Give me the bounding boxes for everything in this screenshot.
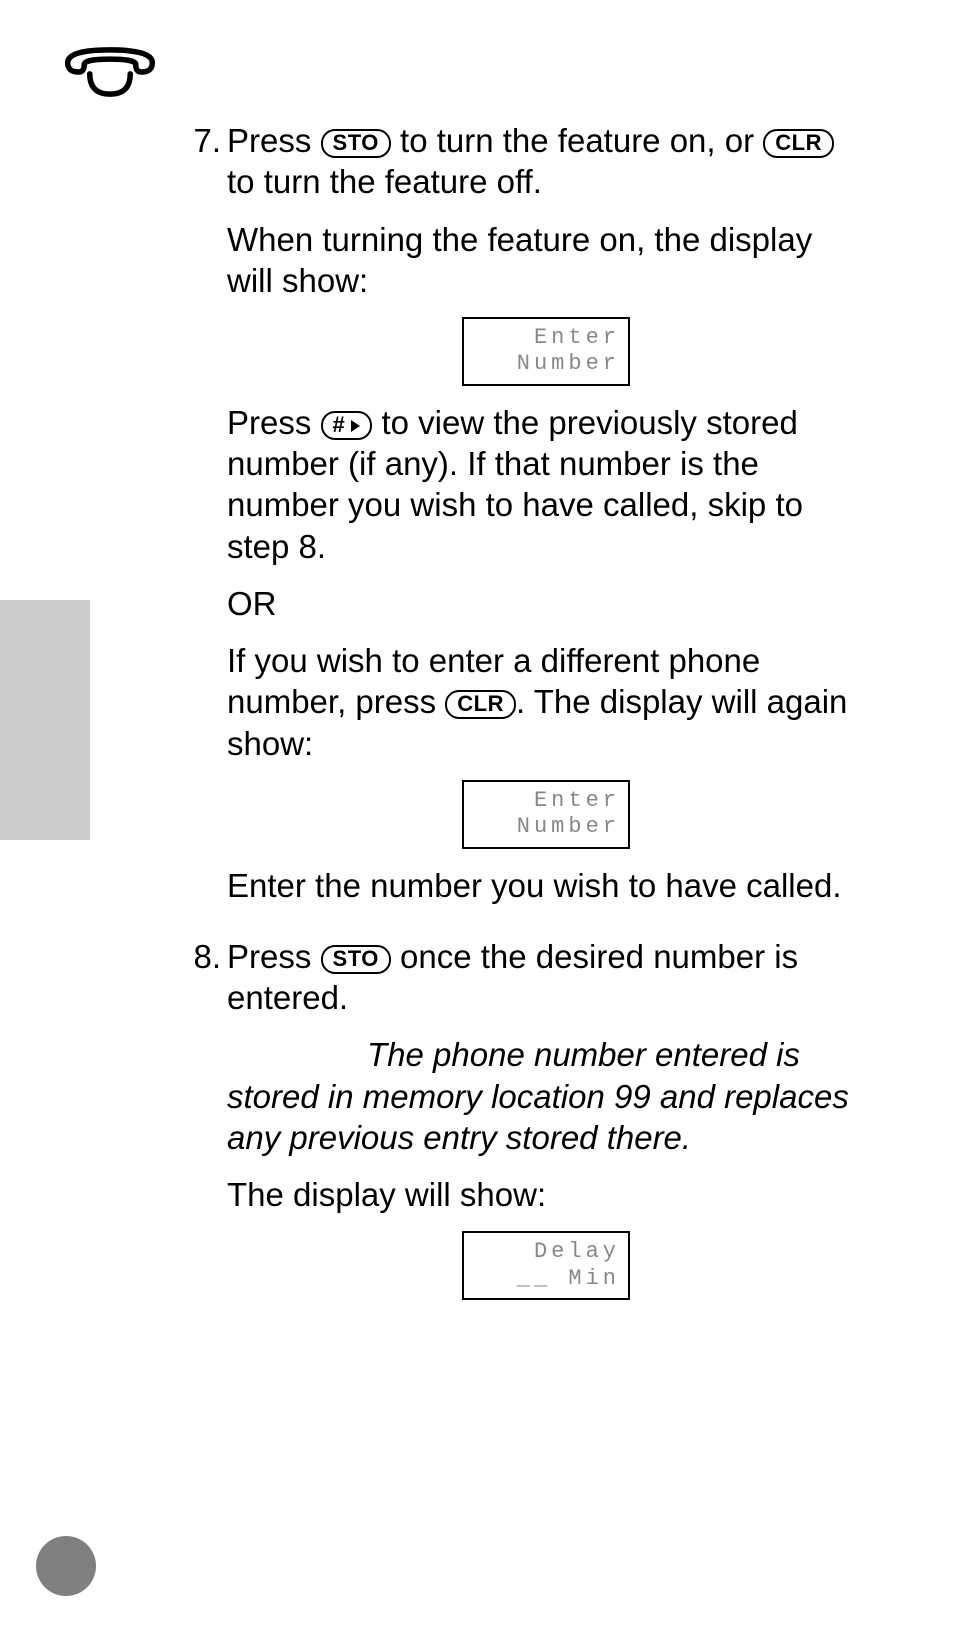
lcd-line: Enter [472,325,620,351]
instruction-text: When turning the feature on, the display… [227,219,865,302]
lcd-line: Delay [472,1239,620,1265]
or-separator: OR [227,583,865,624]
text: Press [227,404,321,441]
text: to turn the feature off. [227,163,542,200]
step-8: 8. Press STO once the desired number is … [175,936,865,1316]
sto-key-icon: STO [321,129,391,158]
step-body: Press STO once the desired number is ent… [227,936,865,1316]
text: to turn the feature on, or [391,122,763,159]
text: Press [227,938,321,975]
step-number: 8. [175,936,227,1316]
instruction-text: If you wish to enter a different phone n… [227,640,865,764]
instruction-text: Enter the number you wish to have called… [227,865,865,906]
lcd-line: __ Min [472,1266,620,1292]
clr-key-icon: CLR [445,690,516,719]
lcd-line: Enter [472,788,620,814]
sto-key-icon: STO [321,945,391,974]
lcd-display: Enter Number [462,317,630,386]
lcd-display: Delay __ Min [462,1231,630,1300]
hash-key-icon: # [321,411,373,440]
thumb-tab [0,600,90,840]
lcd-display: Enter Number [462,780,630,849]
instruction-text: The display will show: [227,1174,865,1215]
clr-key-icon: CLR [763,129,834,158]
lcd-line: Number [472,351,620,377]
instruction-text: Press # to view the previously stored nu… [227,402,865,567]
page-number-dot [36,1536,96,1596]
lcd-line: Number [472,814,620,840]
note-text: The phone number entered is stored in me… [227,1034,865,1158]
step-number: 7. [175,120,227,922]
step-7: 7. Press STO to turn the feature on, or … [175,120,865,922]
text: Press [227,122,321,159]
instruction-text: Press STO to turn the feature on, or CLR… [227,120,865,203]
on-hook-phone-icon [64,44,156,100]
manual-content: 7. Press STO to turn the feature on, or … [175,120,865,1330]
instruction-text: Press STO once the desired number is ent… [227,936,865,1019]
step-body: Press STO to turn the feature on, or CLR… [227,120,865,922]
